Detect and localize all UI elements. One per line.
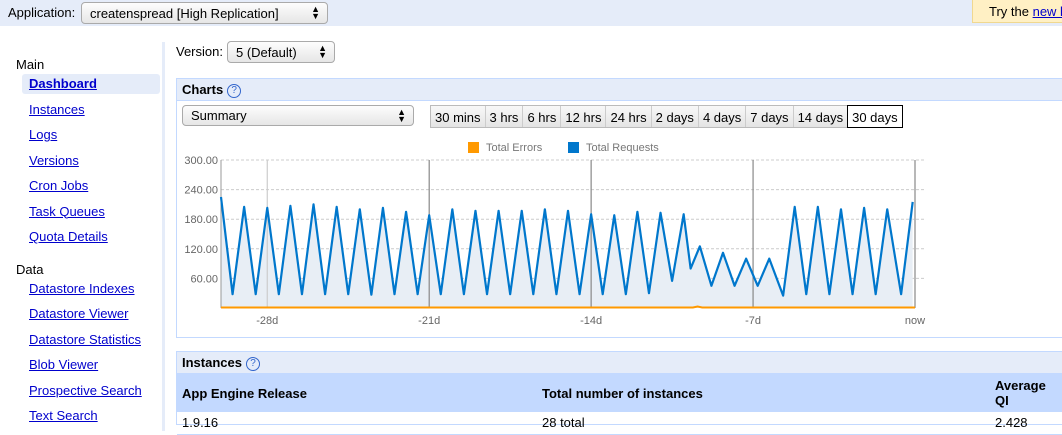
sidebar-item-blob-viewer[interactable]: Blob Viewer bbox=[29, 357, 98, 372]
requests-chart: Total Errors Total Requests 60.00 120.00 180… bbox=[184, 142, 925, 327]
version-label: Version: bbox=[176, 44, 223, 59]
version-select[interactable]: 5 (Default) ▲ ▼ bbox=[227, 41, 335, 63]
charts-header: Charts? bbox=[177, 79, 1062, 101]
legend-label: Total Requests bbox=[586, 142, 659, 154]
x-tick-label: -14d bbox=[580, 315, 602, 327]
sidebar-item-datastore-viewer[interactable]: Datastore Viewer bbox=[29, 306, 128, 321]
application-label: Application: bbox=[8, 5, 76, 20]
time-range-buttons: 30 mins 3 hrs 6 hrs 12 hrs 24 hrs 2 days 4 day… bbox=[430, 105, 903, 128]
sidebar-item-cron-jobs[interactable]: Cron Jobs bbox=[29, 178, 88, 193]
y-tick-label: 300.00 bbox=[184, 155, 218, 167]
help-icon[interactable]: ? bbox=[245, 357, 260, 371]
select-arrows-icon: ▲ ▼ bbox=[397, 107, 406, 124]
column-header: Average QI bbox=[990, 374, 1062, 412]
errors-line bbox=[221, 305, 915, 309]
instances-header: Instances? bbox=[177, 352, 1062, 374]
sidebar-item-text-search[interactable]: Text Search bbox=[29, 408, 98, 423]
x-tick-label: -21d bbox=[418, 315, 440, 327]
select-arrows-icon: ▲ ▼ bbox=[311, 4, 320, 21]
sidebar-item-dashboard[interactable]: Dashboard bbox=[29, 76, 97, 91]
legend-swatch bbox=[468, 142, 479, 153]
application-value: createnspread [High Replication] bbox=[90, 6, 279, 21]
range-button-12-hrs[interactable]: 12 hrs bbox=[561, 106, 607, 127]
sidebar-item-quota-details[interactable]: Quota Details bbox=[29, 229, 108, 244]
range-button-24-hrs[interactable]: 24 hrs bbox=[606, 106, 652, 127]
try-text: Try the bbox=[989, 4, 1033, 19]
y-tick-label: 60.00 bbox=[190, 273, 218, 285]
charts-title: Charts bbox=[182, 82, 224, 97]
instances-title: Instances bbox=[182, 355, 242, 370]
sidebar-item-datastore-statistics[interactable]: Datastore Statistics bbox=[29, 332, 141, 347]
try-new-link[interactable]: new l bbox=[1033, 4, 1062, 19]
sidebar-divider bbox=[162, 42, 165, 431]
application-select[interactable]: createnspread [High Replication] ▲ ▼ bbox=[81, 2, 328, 24]
instances-table: App Engine Release Total number of instan… bbox=[177, 374, 1062, 435]
sidebar-item-prospective-search[interactable]: Prospective Search bbox=[29, 383, 142, 398]
sidebar-item-task-queues[interactable]: Task Queues bbox=[29, 204, 105, 219]
sidebar-item-instances[interactable]: Instances bbox=[29, 102, 85, 117]
x-tick-label: now bbox=[905, 315, 925, 327]
sidebar-item-logs[interactable]: Logs bbox=[29, 127, 57, 142]
range-button-6-hrs[interactable]: 6 hrs bbox=[523, 106, 562, 127]
y-tick-label: 240.00 bbox=[184, 185, 218, 197]
chart-metric-select[interactable]: Summary ▲ ▼ bbox=[182, 105, 414, 126]
range-button-7-days[interactable]: 7 days bbox=[746, 106, 794, 127]
sidebar-section-title: Data bbox=[16, 261, 44, 277]
y-tick-label: 120.00 bbox=[184, 244, 218, 256]
sidebar-item-versions[interactable]: Versions bbox=[29, 153, 79, 168]
x-tick-label: -28d bbox=[256, 315, 278, 327]
chart-metric-value: Summary bbox=[191, 108, 247, 123]
version-value: 5 (Default) bbox=[236, 45, 297, 60]
top-bar: Application: createnspread [High Replica… bbox=[0, 0, 1062, 26]
sidebar-section-title: Main bbox=[16, 57, 45, 72]
legend-label: Total Errors bbox=[486, 142, 543, 154]
x-tick-label: -7d bbox=[745, 315, 761, 327]
range-button-2-days[interactable]: 2 days bbox=[651, 106, 699, 127]
help-icon[interactable]: ? bbox=[227, 84, 242, 98]
range-button-3-hrs[interactable]: 3 hrs bbox=[485, 106, 524, 127]
instances-panel: Instances? App Engine Release Total numbe… bbox=[176, 351, 1062, 435]
column-header: App Engine Release bbox=[177, 374, 537, 412]
select-arrows-icon: ▲ ▼ bbox=[318, 43, 327, 60]
range-button-4-days[interactable]: 4 days bbox=[698, 106, 747, 127]
sidebar-item-datastore-indexes[interactable]: Datastore Indexes bbox=[29, 281, 135, 296]
range-button-30-days[interactable]: 30 days bbox=[847, 105, 903, 128]
try-new-banner: Try the new l bbox=[972, 0, 1062, 23]
column-header: Total number of instances bbox=[537, 374, 990, 412]
legend-swatch bbox=[568, 142, 579, 153]
y-tick-label: 180.00 bbox=[184, 214, 218, 226]
range-button-30-mins[interactable]: 30 mins bbox=[431, 106, 486, 127]
range-button-14-days[interactable]: 14 days bbox=[793, 106, 849, 127]
